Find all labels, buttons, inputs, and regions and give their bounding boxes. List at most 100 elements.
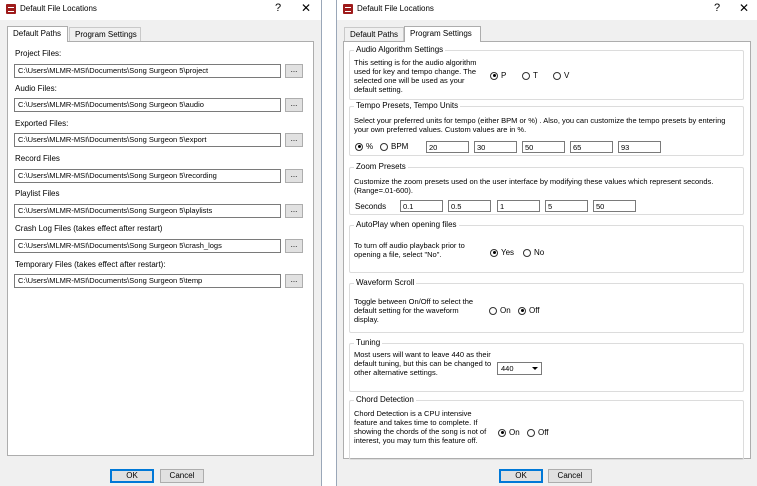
radio-tempo-percent[interactable]: %: [355, 142, 373, 151]
path-input[interactable]: C:\Users\MLMR-MSI\Documents\Song Surgeon…: [14, 169, 281, 183]
radio-waveform-off[interactable]: Off: [518, 306, 540, 315]
close-icon[interactable]: ✕: [737, 1, 751, 15]
group-description: Most users will want to leave 440 as the…: [354, 350, 492, 377]
field-label: Exported Files:: [15, 119, 69, 128]
cancel-button[interactable]: Cancel: [160, 469, 204, 483]
ok-button[interactable]: OK: [499, 469, 543, 483]
tab-default-paths[interactable]: Default Paths: [7, 26, 68, 42]
group-description: Select your preferred units for tempo (e…: [354, 116, 726, 134]
help-icon[interactable]: ?: [710, 2, 724, 14]
radio-label: BPM: [391, 142, 409, 151]
browse-button[interactable]: ...: [285, 204, 303, 218]
path-input[interactable]: C:\Users\MLMR-MSI\Documents\Song Surgeon…: [14, 133, 281, 147]
chord-detection-group: Chord Detection Chord Detection is a CPU…: [349, 395, 744, 460]
radio-circle: [518, 306, 526, 315]
radio-circle: [523, 248, 531, 257]
group-description: Customize the zoom presets used on the u…: [354, 177, 714, 195]
radio-algorithm-p[interactable]: P: [490, 71, 506, 80]
tempo-preset-input[interactable]: 65: [570, 141, 613, 153]
zoom-preset-input[interactable]: 1: [497, 200, 540, 212]
browse-button[interactable]: ...: [285, 239, 303, 253]
radio-label: No: [534, 248, 545, 257]
ok-button[interactable]: OK: [110, 469, 154, 483]
path-input[interactable]: C:\Users\MLMR-MSI\Documents\Song Surgeon…: [14, 98, 281, 112]
radio-circle: [522, 71, 530, 80]
tab-program-settings[interactable]: Program Settings: [404, 26, 481, 42]
group-legend: Tuning: [354, 338, 383, 347]
tuning-select[interactable]: 440: [497, 362, 542, 375]
radio-chord-on[interactable]: On: [498, 428, 520, 437]
field-label: Project Files:: [15, 49, 62, 58]
field-label: Crash Log Files (takes effect after rest…: [15, 224, 163, 233]
window-title: Default File Locations: [20, 4, 97, 13]
help-icon[interactable]: ?: [271, 2, 285, 14]
radio-circle: [380, 142, 388, 151]
field-label: Playlist Files: [15, 189, 60, 198]
path-input[interactable]: C:\Users\MLMR-MSI\Documents\Song Surgeon…: [14, 239, 281, 253]
browse-button[interactable]: ...: [285, 64, 303, 78]
tempo-preset-input[interactable]: 93: [618, 141, 661, 153]
radio-label: Off: [538, 428, 549, 437]
radio-circle: [553, 71, 561, 80]
group-legend: Zoom Presets: [354, 162, 408, 171]
radio-circle: [355, 142, 363, 151]
radio-autoplay-yes[interactable]: Yes: [490, 248, 514, 257]
window-gap: [322, 0, 336, 486]
radio-chord-off[interactable]: Off: [527, 428, 549, 437]
zoom-preset-input[interactable]: 50: [593, 200, 636, 212]
group-legend: Waveform Scroll: [354, 278, 417, 287]
field-label: Audio Files:: [15, 84, 57, 93]
title-bar: Default File Locations ? ✕: [0, 0, 321, 20]
radio-circle: [527, 428, 535, 437]
radio-label: On: [509, 428, 520, 437]
group-legend: Tempo Presets, Tempo Units: [354, 101, 461, 110]
browse-button[interactable]: ...: [285, 274, 303, 288]
default-file-locations-dialog: Default File Locations ? ✕ Default Paths…: [0, 0, 322, 486]
browse-button[interactable]: ...: [285, 133, 303, 147]
tempo-preset-input[interactable]: 20: [426, 141, 469, 153]
group-description: Chord Detection is a CPU intensive featu…: [354, 409, 487, 445]
path-input[interactable]: C:\Users\MLMR-MSI\Documents\Song Surgeon…: [14, 204, 281, 218]
radio-label: On: [500, 306, 511, 315]
tuning-group: Tuning Most users will want to leave 440…: [349, 338, 744, 392]
radio-autoplay-no[interactable]: No: [523, 248, 544, 257]
tempo-preset-input[interactable]: 30: [474, 141, 517, 153]
tempo-presets-group: Tempo Presets, Tempo Units Select your p…: [349, 101, 744, 156]
radio-circle: [490, 248, 498, 257]
path-input[interactable]: C:\Users\MLMR-MSI\Documents\Song Surgeon…: [14, 274, 281, 288]
program-settings-dialog: Default File Locations ? ✕ Default Paths…: [336, 0, 757, 486]
zoom-presets-group: Zoom Presets Customize the zoom presets …: [349, 162, 744, 215]
path-input[interactable]: C:\Users\MLMR-MSI\Documents\Song Surgeon…: [14, 64, 281, 78]
radio-algorithm-v[interactable]: V: [553, 71, 569, 80]
zoom-preset-input[interactable]: 0.5: [448, 200, 491, 212]
zoom-preset-input[interactable]: 5: [545, 200, 588, 212]
chevron-down-icon: [532, 367, 538, 370]
window-title: Default File Locations: [357, 4, 434, 13]
radio-circle: [490, 71, 498, 80]
radio-label: P: [501, 71, 507, 80]
browse-button[interactable]: ...: [285, 98, 303, 112]
browse-button[interactable]: ...: [285, 169, 303, 183]
tuning-select-value: 440: [501, 364, 514, 373]
group-description: To turn off audio playback prior to open…: [354, 241, 465, 259]
radio-label: Yes: [501, 248, 515, 257]
tempo-preset-input[interactable]: 50: [522, 141, 565, 153]
cancel-button[interactable]: Cancel: [548, 469, 592, 483]
app-icon: [6, 4, 16, 14]
close-icon[interactable]: ✕: [299, 1, 313, 15]
radio-circle: [489, 306, 497, 315]
radio-waveform-on[interactable]: On: [489, 306, 511, 315]
radio-circle: [498, 428, 506, 437]
group-description: Toggle between On/Off to select the defa…: [354, 297, 474, 324]
radio-tempo-bpm[interactable]: BPM: [380, 142, 408, 151]
radio-label: V: [564, 71, 570, 80]
radio-label: Off: [529, 306, 540, 315]
audio-algorithm-group: Audio Algorithm Settings This setting is…: [349, 45, 744, 100]
tab-program-settings[interactable]: Program Settings: [69, 27, 141, 41]
tab-default-paths[interactable]: Default Paths: [344, 27, 404, 41]
title-bar: Default File Locations ? ✕: [337, 0, 757, 20]
group-description: This setting is for the audio algorithm …: [354, 58, 477, 94]
zoom-preset-input[interactable]: 0.1: [400, 200, 443, 212]
group-legend: Audio Algorithm Settings: [354, 45, 446, 54]
radio-algorithm-t[interactable]: T: [522, 71, 538, 80]
